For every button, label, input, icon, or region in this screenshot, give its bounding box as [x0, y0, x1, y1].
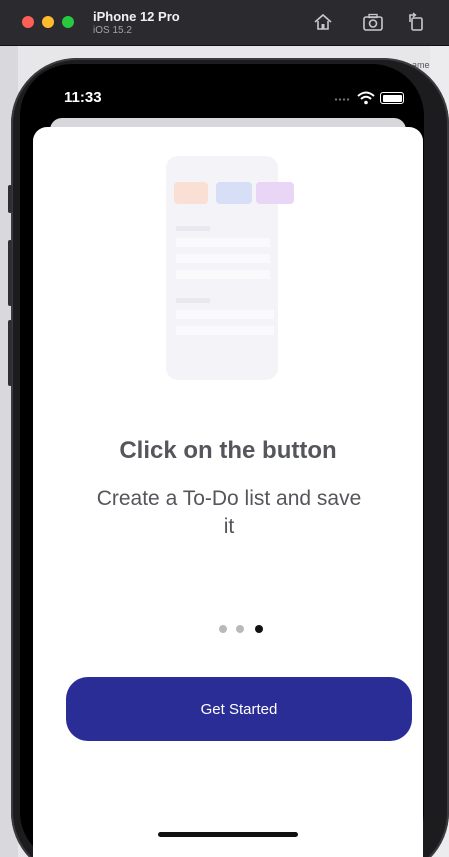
rotate-icon[interactable] [405, 11, 427, 33]
window-minimize-button[interactable] [42, 16, 54, 28]
simulator-titlebar: iPhone 12 Pro iOS 15.2 [0, 0, 449, 46]
battery-icon [380, 92, 404, 104]
onboarding-subtitle: Create a To-Do list and save it [96, 487, 362, 538]
home-icon[interactable] [312, 11, 334, 33]
volume-down-button [8, 320, 12, 386]
home-indicator [158, 832, 298, 837]
wifi-icon [357, 91, 375, 105]
screenshot-icon[interactable] [362, 11, 384, 33]
page-dot-active[interactable] [255, 625, 263, 633]
window-close-button[interactable] [22, 16, 34, 28]
signal-dots-icon [334, 98, 350, 101]
get-started-button[interactable]: Get Started [66, 677, 412, 741]
os-version: iOS 15.2 [93, 25, 132, 36]
page-dot[interactable] [219, 625, 227, 633]
page-dot[interactable] [236, 625, 244, 633]
onboarding-illustration [156, 142, 298, 386]
device-name: iPhone 12 Pro [93, 9, 180, 24]
volume-up-button [8, 240, 12, 306]
status-time: 11:33 [64, 89, 102, 106]
silent-switch [8, 185, 12, 213]
window-zoom-button[interactable] [62, 16, 74, 28]
onboarding-title: Click on the button [119, 437, 337, 464]
